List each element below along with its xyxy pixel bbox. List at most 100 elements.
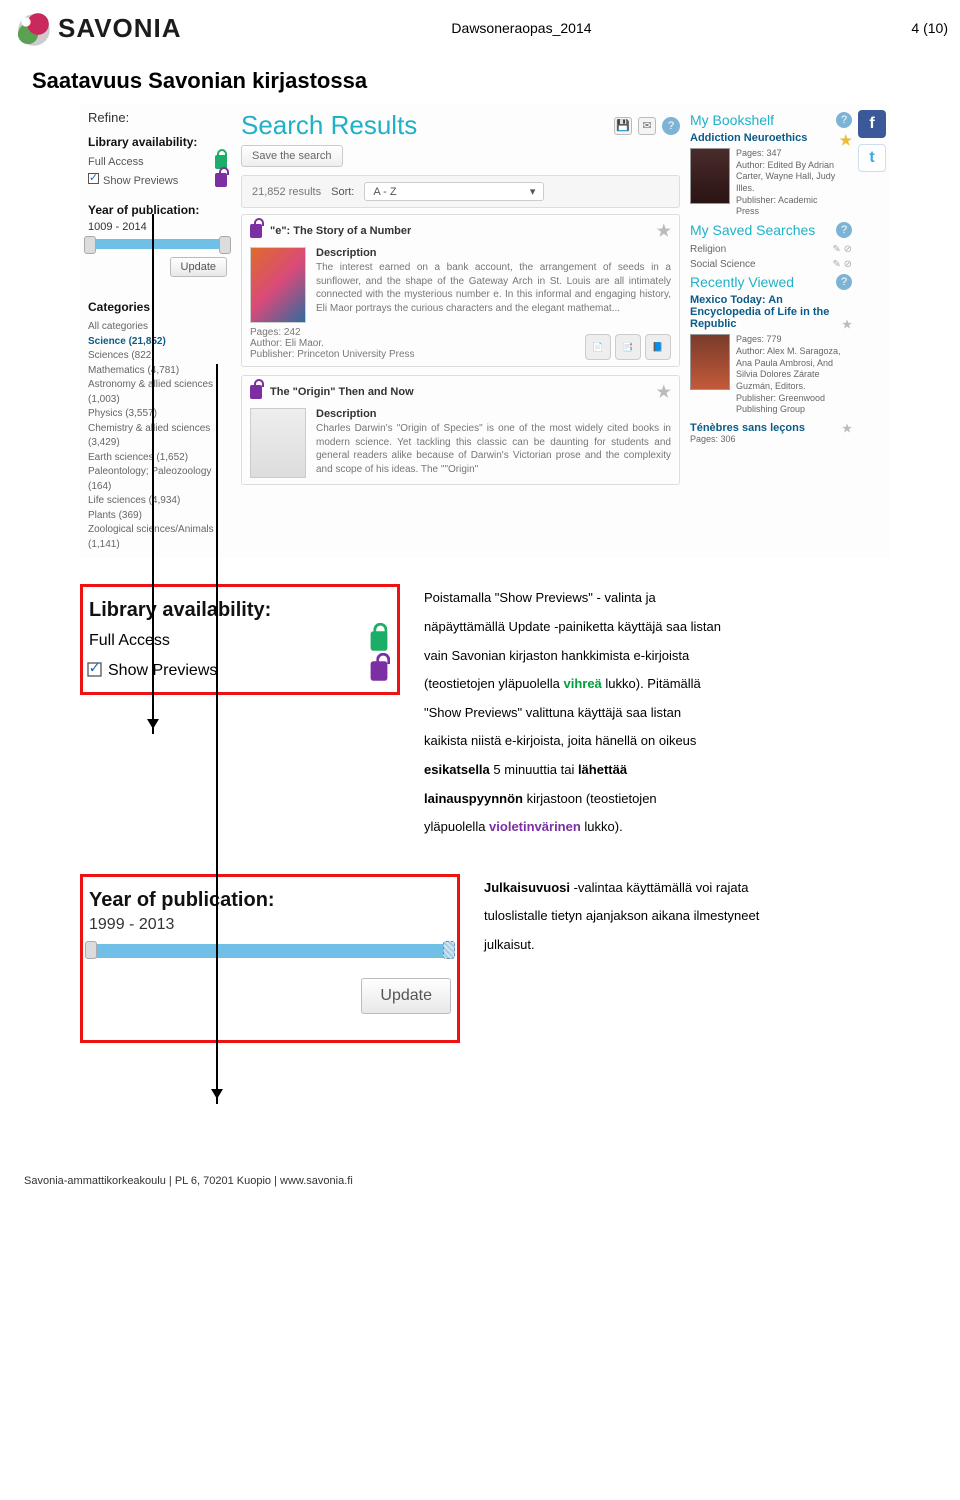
checkbox-checked-icon xyxy=(87,663,101,677)
description-text: The interest earned on a bank account, t… xyxy=(316,261,671,315)
book-meta: Pages: 779 Author: Alex M. Saragoza, Ana… xyxy=(736,334,852,416)
result-card[interactable]: The "Origin" Then and Now ★ Description … xyxy=(241,375,680,485)
text-bold: esikatsella xyxy=(424,762,490,777)
lock-purple-icon xyxy=(250,224,262,238)
help-icon[interactable]: ? xyxy=(836,222,852,238)
email-icon[interactable]: ✉ xyxy=(638,117,656,135)
text-line: kaikista niistä e-kirjoista, joita hänel… xyxy=(424,727,890,756)
text-frag: 5 minuuttia tai xyxy=(490,762,578,777)
section-heading: Saatavuus Savonian kirjastossa xyxy=(0,56,960,100)
meta-publisher: Publisher: Princeton University Press xyxy=(250,349,415,360)
text-line: näpäyttämällä Update -painiketta käyttäj… xyxy=(424,613,890,642)
twitter-icon[interactable]: t xyxy=(858,144,886,172)
refine-title: Refine: xyxy=(88,110,227,125)
year-slider[interactable] xyxy=(89,944,451,958)
star-fav-icon[interactable]: ★ xyxy=(839,132,852,149)
result-title[interactable]: "e": The Story of a Number xyxy=(270,225,411,237)
sort-label: Sort: xyxy=(331,186,354,198)
cat-item[interactable]: Life sciences (4,934) xyxy=(88,494,227,509)
sort-bar: 21,852 results Sort: A - Z▾ xyxy=(241,175,680,208)
book-thumb xyxy=(250,247,306,323)
help-icon[interactable]: ? xyxy=(836,274,852,290)
cat-item[interactable]: Earth sciences (1,652) xyxy=(88,451,227,466)
meta-pages: Pages: 347 xyxy=(736,148,839,160)
callout-full-access-label: Full Access xyxy=(89,632,170,650)
facet-show-previews[interactable]: Show Previews xyxy=(88,171,227,189)
lock-purple-icon xyxy=(371,662,388,682)
update-button[interactable]: Update xyxy=(361,978,451,1014)
recent-book-title[interactable]: Mexico Today: An Encyclopedia of Life in… xyxy=(690,294,852,330)
year-range-text: 1009 - 2014 xyxy=(88,221,227,233)
my-bookshelf-head[interactable]: My Bookshelf? xyxy=(690,112,852,128)
arrow-to-library-box xyxy=(152,214,154,734)
cat-item[interactable]: Paleontology; Paleozoology (164) xyxy=(88,465,227,494)
text-line: tuloslistalle tietyn ajanjakson aikana i… xyxy=(484,902,890,931)
page-header: SAVONIA Dawsoneraopas_2014 4 (10) xyxy=(0,0,960,56)
meta-publisher: Publisher: Greenwood Publishing Group xyxy=(736,393,852,416)
cat-item[interactable]: Sciences (822) xyxy=(88,349,227,364)
book-title-text: Mexico Today: An Encyclopedia of Life in… xyxy=(690,294,829,330)
cat-item[interactable]: All categories xyxy=(88,320,227,335)
cat-item[interactable]: Physics (3,557) xyxy=(88,407,227,422)
description-text: Charles Darwin's "Origin of Species" is … xyxy=(316,422,671,476)
save-disk-icon[interactable]: 💾 xyxy=(614,117,632,135)
text-frag: kirjastoon (teostietojen xyxy=(523,791,657,806)
recently-viewed-head[interactable]: Recently Viewed? xyxy=(690,274,852,290)
cat-item[interactable]: Chemistry & allied sciences (3,429) xyxy=(88,422,227,451)
callout-year-of-publication: Year of publication: 1999 - 2013 Update xyxy=(80,874,460,1043)
edit-delete-icons[interactable]: ✎ ⊘ xyxy=(832,259,852,270)
saved-searches-head[interactable]: My Saved Searches? xyxy=(690,222,852,238)
action-icon[interactable]: 📄 xyxy=(585,334,611,360)
cat-item[interactable]: Plants (369) xyxy=(88,509,227,524)
text-violet: violetinvärinen xyxy=(489,819,581,834)
save-search-button[interactable]: Save the search xyxy=(241,145,343,167)
document-title: Dawsoneraopas_2014 xyxy=(132,20,912,36)
book-meta: Pages: 347 Author: Edited By Adrian Cart… xyxy=(736,148,839,218)
text-frag: lukko). Pitämällä xyxy=(602,676,701,691)
help-icon[interactable]: ? xyxy=(836,112,852,128)
text-frag: (teostietojen yläpuolella xyxy=(424,676,563,691)
help-icon[interactable]: ? xyxy=(662,117,680,135)
callout-library-availability: Library availability: Full Access Show P… xyxy=(80,584,400,695)
edit-delete-icons[interactable]: ✎ ⊘ xyxy=(832,244,852,255)
book-thumb xyxy=(690,334,730,390)
star-icon[interactable]: ★ xyxy=(842,318,852,331)
categories-list: Categories All categories Science (21,85… xyxy=(88,299,227,552)
text-frag: lukko). xyxy=(581,819,623,834)
results-panel: Search Results 💾 ✉ ? Save the search 21,… xyxy=(235,104,686,558)
result-title[interactable]: The "Origin" Then and Now xyxy=(270,386,414,398)
action-icon[interactable]: 📑 xyxy=(615,334,641,360)
text-frag: yläpuolella xyxy=(424,819,489,834)
saved-search-item[interactable]: Religion✎ ⊘ xyxy=(690,242,852,257)
categories-head: Categories xyxy=(88,299,227,316)
book-thumb xyxy=(690,148,730,204)
year-slider[interactable] xyxy=(88,239,227,249)
recently-viewed-label: Recently Viewed xyxy=(690,274,794,290)
saved-search-item[interactable]: Social Science ✎ ⊘ xyxy=(690,257,852,272)
bookshelf-book-title[interactable]: Addiction Neuroethics★ xyxy=(690,132,852,144)
facebook-icon[interactable]: f xyxy=(858,110,886,138)
saved-search-label: Social Science xyxy=(690,259,756,270)
sort-dropdown[interactable]: A - Z▾ xyxy=(364,182,544,201)
action-icon[interactable]: 📘 xyxy=(645,334,671,360)
book-title-text: Ténèbres sans leçons xyxy=(690,422,805,434)
text-line: Julkaisuvuosi -valintaa käyttämällä voi … xyxy=(484,874,890,903)
cat-item-selected[interactable]: Science (21,852) xyxy=(88,335,227,350)
text-line: yläpuolella violetinvärinen lukko). xyxy=(424,813,890,842)
text-frag: -valintaa käyttämällä voi rajata xyxy=(574,880,749,895)
star-icon[interactable]: ★ xyxy=(842,422,852,435)
arrow-to-year-box xyxy=(216,364,218,1104)
cat-item[interactable]: Zoological sciences/Animals (1,141) xyxy=(88,523,227,552)
star-icon[interactable]: ★ xyxy=(657,221,671,241)
star-icon[interactable]: ★ xyxy=(657,382,671,402)
cat-item[interactable]: Mathematics (4,781) xyxy=(88,364,227,379)
facet-full-access[interactable]: Full Access xyxy=(88,153,227,171)
result-card[interactable]: "e": The Story of a Number ★ Description… xyxy=(241,214,680,367)
checkbox-checked-icon[interactable] xyxy=(88,173,99,184)
facet-show-previews-label: Show Previews xyxy=(103,175,178,187)
text-line: Poistamalla "Show Previews" - valinta ja xyxy=(424,584,890,613)
text-line: lainauspyynnön kirjastoon (teostietojen xyxy=(424,785,890,814)
update-button[interactable]: Update xyxy=(170,257,227,277)
cat-item[interactable]: Astronomy & allied sciences (1,003) xyxy=(88,378,227,407)
recent-book-title[interactable]: Ténèbres sans leçons ★ xyxy=(690,422,852,434)
